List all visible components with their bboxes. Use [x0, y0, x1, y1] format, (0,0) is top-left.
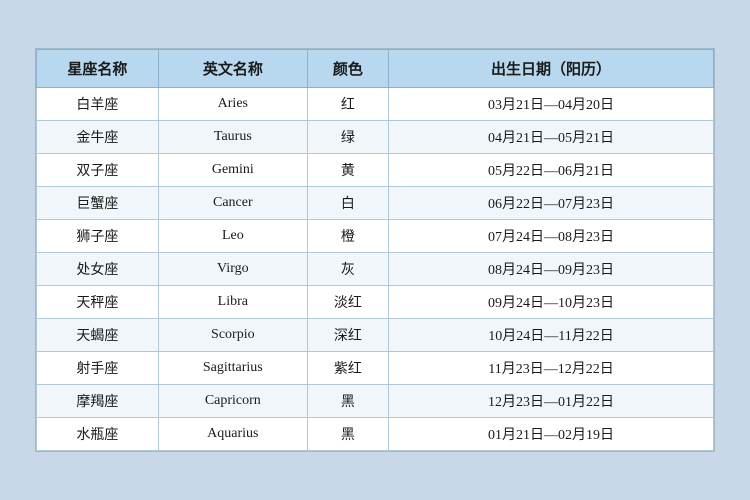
table-row: 巨蟹座Cancer白06月22日—07月23日 — [37, 187, 714, 220]
cell-cn: 射手座 — [37, 352, 159, 385]
cell-cn: 巨蟹座 — [37, 187, 159, 220]
cell-cn: 天秤座 — [37, 286, 159, 319]
header-date: 出生日期（阳历） — [389, 50, 714, 88]
cell-en: Sagittarius — [158, 352, 307, 385]
table-row: 天秤座Libra淡红09月24日—10月23日 — [37, 286, 714, 319]
table-row: 水瓶座Aquarius黑01月21日—02月19日 — [37, 418, 714, 451]
cell-date: 03月21日—04月20日 — [389, 88, 714, 121]
cell-cn: 处女座 — [37, 253, 159, 286]
cell-color: 黑 — [307, 385, 388, 418]
table-row: 摩羯座Capricorn黑12月23日—01月22日 — [37, 385, 714, 418]
cell-cn: 天蝎座 — [37, 319, 159, 352]
table-header-row: 星座名称 英文名称 颜色 出生日期（阳历） — [37, 50, 714, 88]
cell-cn: 金牛座 — [37, 121, 159, 154]
cell-en: Scorpio — [158, 319, 307, 352]
cell-date: 09月24日—10月23日 — [389, 286, 714, 319]
cell-date: 12月23日—01月22日 — [389, 385, 714, 418]
table-row: 处女座Virgo灰08月24日—09月23日 — [37, 253, 714, 286]
cell-en: Libra — [158, 286, 307, 319]
header-color: 颜色 — [307, 50, 388, 88]
cell-color: 淡红 — [307, 286, 388, 319]
cell-cn: 双子座 — [37, 154, 159, 187]
cell-en: Cancer — [158, 187, 307, 220]
cell-color: 黑 — [307, 418, 388, 451]
header-cn: 星座名称 — [37, 50, 159, 88]
cell-date: 04月21日—05月21日 — [389, 121, 714, 154]
cell-en: Capricorn — [158, 385, 307, 418]
header-en: 英文名称 — [158, 50, 307, 88]
table-row: 天蝎座Scorpio深红10月24日—11月22日 — [37, 319, 714, 352]
cell-date: 07月24日—08月23日 — [389, 220, 714, 253]
cell-en: Taurus — [158, 121, 307, 154]
cell-en: Aquarius — [158, 418, 307, 451]
cell-date: 01月21日—02月19日 — [389, 418, 714, 451]
cell-en: Leo — [158, 220, 307, 253]
cell-color: 绿 — [307, 121, 388, 154]
table-row: 双子座Gemini黄05月22日—06月21日 — [37, 154, 714, 187]
cell-cn: 狮子座 — [37, 220, 159, 253]
cell-color: 白 — [307, 187, 388, 220]
cell-date: 10月24日—11月22日 — [389, 319, 714, 352]
cell-cn: 白羊座 — [37, 88, 159, 121]
cell-en: Virgo — [158, 253, 307, 286]
zodiac-table: 星座名称 英文名称 颜色 出生日期（阳历） 白羊座Aries红03月21日—04… — [36, 49, 714, 451]
cell-color: 深红 — [307, 319, 388, 352]
cell-cn: 水瓶座 — [37, 418, 159, 451]
cell-en: Aries — [158, 88, 307, 121]
table-row: 金牛座Taurus绿04月21日—05月21日 — [37, 121, 714, 154]
cell-date: 08月24日—09月23日 — [389, 253, 714, 286]
cell-color: 红 — [307, 88, 388, 121]
table-row: 狮子座Leo橙07月24日—08月23日 — [37, 220, 714, 253]
table-row: 白羊座Aries红03月21日—04月20日 — [37, 88, 714, 121]
zodiac-table-container: 星座名称 英文名称 颜色 出生日期（阳历） 白羊座Aries红03月21日—04… — [35, 48, 715, 452]
cell-date: 11月23日—12月22日 — [389, 352, 714, 385]
cell-date: 05月22日—06月21日 — [389, 154, 714, 187]
cell-color: 灰 — [307, 253, 388, 286]
table-row: 射手座Sagittarius紫红11月23日—12月22日 — [37, 352, 714, 385]
cell-date: 06月22日—07月23日 — [389, 187, 714, 220]
cell-en: Gemini — [158, 154, 307, 187]
cell-color: 紫红 — [307, 352, 388, 385]
cell-color: 黄 — [307, 154, 388, 187]
cell-color: 橙 — [307, 220, 388, 253]
cell-cn: 摩羯座 — [37, 385, 159, 418]
